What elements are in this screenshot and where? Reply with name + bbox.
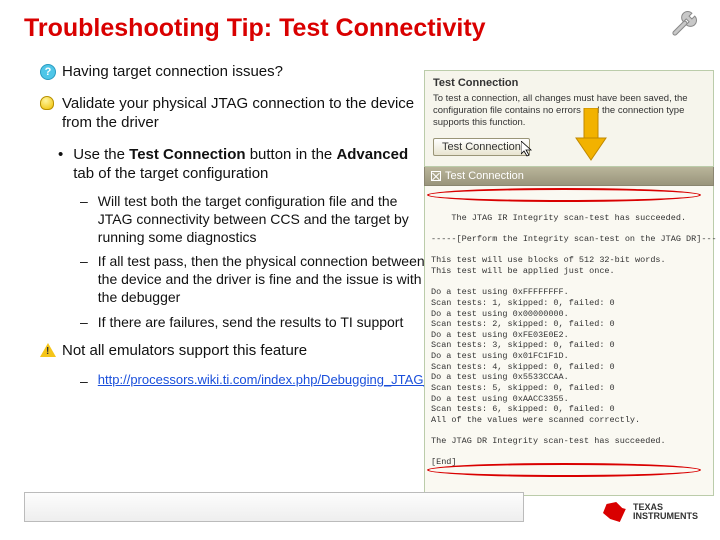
panel-title: Test Connection (433, 77, 705, 89)
footer-bar (24, 492, 524, 522)
test-connection-button[interactable]: Test Connection (433, 138, 530, 156)
console-output: The JTAG IR Integrity scan-test has succ… (424, 186, 714, 497)
link-bullet: http://processors.wiki.ti.com/index.php/… (80, 372, 425, 390)
lightbulb-icon (40, 96, 54, 110)
console-text: The JTAG IR Integrity scan-test has succ… (431, 213, 717, 467)
tip-text: Validate your physical JTAG connection t… (62, 94, 425, 133)
ti-logo: TEXAS INSTRUMENTS (603, 502, 698, 522)
sub-bullet: Will test both the target configuration … (80, 192, 425, 247)
highlight-ellipse (427, 188, 701, 202)
question-text: Having target connection issues? (62, 62, 283, 82)
panel-description: To test a connection, all changes must h… (433, 93, 705, 129)
ti-logo-mark (603, 502, 627, 522)
arrow-down-icon (572, 108, 610, 169)
instruction-bullet: Use the Test Connection button in the Ad… (58, 145, 425, 184)
ti-logo-text: TEXAS INSTRUMENTS (633, 503, 698, 521)
sub-bullet: If all test pass, then the physical conn… (80, 252, 425, 307)
slide-title: Troubleshooting Tip: Test Connectivity (0, 0, 720, 43)
screenshot-panel: Test Connection To test a connection, al… (424, 70, 714, 496)
highlight-ellipse (427, 463, 701, 477)
content-body: ? Having target connection issues? Valid… (40, 62, 425, 397)
close-icon[interactable] (431, 171, 441, 181)
help-icon: ? (40, 64, 56, 80)
wrench-icon (662, 6, 702, 51)
panel-bar-title: Test Connection (445, 170, 524, 182)
result-panel-bar: Test Connection (424, 167, 714, 186)
warning-text: Not all emulators support this feature (62, 341, 307, 361)
sub-bullet: If there are failures, send the results … (80, 313, 425, 331)
warning-icon (40, 343, 56, 357)
cursor-icon (521, 141, 533, 162)
